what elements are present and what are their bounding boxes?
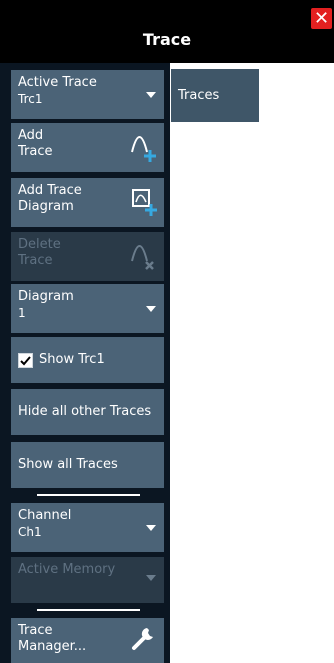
active-trace-value: Trc1 (18, 92, 43, 106)
active-memory-label: Active Memory (18, 562, 116, 577)
checkbox-icon[interactable] (18, 352, 33, 368)
chevron-down-icon (146, 306, 156, 312)
add-trace-icon (131, 136, 156, 162)
hide-all-other-traces-button[interactable]: Hide all other Traces (11, 389, 164, 435)
chevron-down-icon (146, 525, 156, 531)
hide-all-other-traces-label: Hide all other Traces (18, 404, 152, 419)
tab-traces-label: Traces (178, 88, 220, 103)
add-trace-button[interactable]: Add Trace (11, 123, 164, 172)
channel-value: Ch1 (18, 525, 42, 539)
add-trace-diagram-button[interactable]: Add Trace Diagram (11, 178, 164, 227)
delete-trace-button[interactable]: Delete Trace (11, 232, 164, 281)
channel-label: Channel (18, 508, 72, 523)
chevron-down-icon (146, 92, 156, 98)
show-all-traces-label: Show all Traces (18, 457, 118, 472)
trace-manager-button[interactable]: Trace Manager... (11, 618, 164, 663)
wrench-icon (132, 628, 153, 650)
diagram-value: 1 (18, 306, 26, 320)
active-trace-label: Active Trace (18, 75, 97, 90)
diagram-dropdown[interactable]: Diagram 1 (11, 284, 164, 333)
separator (37, 609, 140, 611)
show-trc1-toggle[interactable]: Show Trc1 (11, 337, 164, 383)
close-icon[interactable]: ✕ (311, 8, 332, 29)
show-all-traces-button[interactable]: Show all Traces (11, 442, 164, 488)
active-memory-dropdown[interactable]: Active Memory (11, 557, 164, 603)
dialog-title: Trace (142, 30, 192, 49)
dialog-titlebar: Trace ✕ (0, 0, 334, 63)
show-trc1-label: Show Trc1 (39, 352, 105, 367)
chevron-down-icon (146, 575, 156, 581)
active-trace-dropdown[interactable]: Active Trace Trc1 (11, 70, 164, 119)
diagram-label: Diagram (18, 289, 74, 304)
tab-traces[interactable]: Traces (171, 69, 259, 122)
channel-dropdown[interactable]: Channel Ch1 (11, 503, 164, 552)
delete-trace-icon (131, 245, 154, 270)
add-diagram-icon (132, 189, 157, 216)
separator (37, 494, 140, 496)
